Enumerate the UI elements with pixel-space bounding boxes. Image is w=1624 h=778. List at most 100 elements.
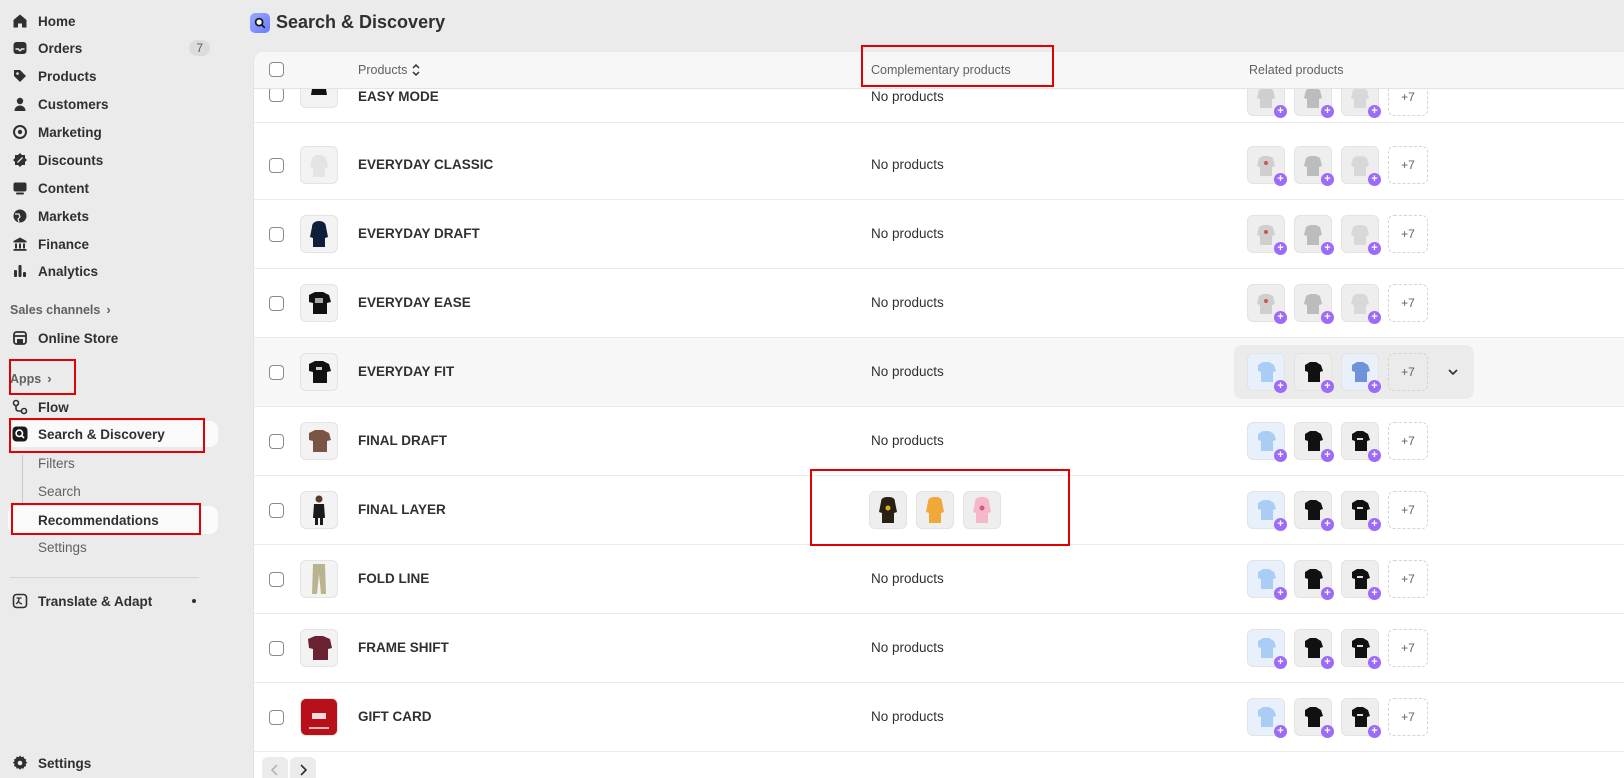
product-thumbnail xyxy=(300,491,338,529)
complementary-products[interactable] xyxy=(869,491,1001,529)
sparkle-icon: + xyxy=(1321,173,1334,186)
product-thumbnail xyxy=(300,629,338,667)
sparkle-icon: + xyxy=(1274,311,1287,324)
table-row[interactable]: GIFT CARD No products + + + +7 xyxy=(254,683,1624,752)
more-related-count[interactable]: +7 xyxy=(1388,215,1428,253)
product-name: EVERYDAY DRAFT xyxy=(358,226,480,241)
more-related-count[interactable]: +7 xyxy=(1388,146,1428,184)
next-page-button[interactable] xyxy=(290,757,316,778)
nav-analytics-label: Analytics xyxy=(38,263,99,279)
nav-content[interactable]: Content xyxy=(8,175,218,201)
globe-icon xyxy=(12,208,28,224)
nav-translate-adapt[interactable]: Translate & Adapt xyxy=(8,588,218,614)
chevron-down-icon[interactable] xyxy=(1443,362,1463,382)
related-products[interactable]: + + + +7 xyxy=(1247,284,1428,324)
more-related-count[interactable]: +7 xyxy=(1388,284,1428,322)
row-checkbox[interactable] xyxy=(269,710,284,725)
sparkle-icon: + xyxy=(1321,105,1334,118)
related-thumbnail: + xyxy=(1247,422,1287,462)
nav-discounts[interactable]: Discounts xyxy=(8,147,218,173)
more-related-count[interactable]: +7 xyxy=(1388,629,1428,667)
product-thumbnail xyxy=(300,422,338,460)
apps-header[interactable]: Apps › xyxy=(10,371,52,386)
sub-item-recommendations[interactable]: Recommendations xyxy=(38,513,159,528)
column-related-products[interactable]: Related products xyxy=(1249,63,1344,77)
table-row[interactable]: FINAL LAYER + + + +7 xyxy=(254,476,1624,545)
nav-marketing-label: Marketing xyxy=(38,124,102,140)
sales-channels-header[interactable]: Sales channels › xyxy=(10,302,111,317)
nav-markets[interactable]: Markets xyxy=(8,203,218,229)
nav-products[interactable]: Products xyxy=(8,63,218,89)
nav-analytics[interactable]: Analytics xyxy=(8,258,218,284)
sub-item-filters[interactable]: Filters xyxy=(38,456,75,471)
nav-settings[interactable]: Settings xyxy=(8,750,218,776)
row-checkbox[interactable] xyxy=(269,365,284,380)
product-name: EVERYDAY CLASSIC xyxy=(358,157,494,172)
row-checkbox[interactable] xyxy=(269,87,284,102)
select-all-checkbox[interactable] xyxy=(269,62,284,77)
related-products[interactable]: + + + +7 xyxy=(1247,215,1428,255)
row-checkbox[interactable] xyxy=(269,572,284,587)
table-row[interactable]: FINAL DRAFT No products + + + +7 xyxy=(254,407,1624,476)
product-name: FOLD LINE xyxy=(358,571,430,586)
tag-icon xyxy=(12,68,28,84)
related-thumbnail: + xyxy=(1341,146,1381,186)
table-row[interactable]: FOLD LINE No products + + + +7 xyxy=(254,545,1624,614)
nav-flow[interactable]: Flow xyxy=(8,394,218,420)
nav-finance-label: Finance xyxy=(38,236,90,252)
related-thumbnail: + xyxy=(1247,560,1287,600)
gear-icon xyxy=(12,755,28,771)
column-complementary-products[interactable]: Complementary products xyxy=(871,63,1011,77)
row-checkbox[interactable] xyxy=(269,227,284,242)
sparkle-icon: + xyxy=(1321,725,1334,738)
nav-orders-label: Orders xyxy=(38,40,83,56)
row-checkbox[interactable] xyxy=(269,158,284,173)
nav-discounts-label: Discounts xyxy=(38,152,104,168)
sparkle-icon: + xyxy=(1274,518,1287,531)
table-row[interactable]: EVERYDAY FIT No products + + + +7 xyxy=(254,338,1624,407)
column-products-label: Products xyxy=(358,63,408,77)
page-title: Search & Discovery xyxy=(276,12,446,32)
column-products[interactable]: Products xyxy=(358,63,421,77)
sub-item-search[interactable]: Search xyxy=(38,484,81,499)
related-products[interactable]: + + + +7 xyxy=(1247,629,1428,669)
content-icon xyxy=(12,180,28,196)
more-related-count[interactable]: +7 xyxy=(1388,491,1428,529)
table-row[interactable]: FRAME SHIFT No products + + + +7 xyxy=(254,614,1624,683)
pagination xyxy=(262,757,316,778)
more-related-count[interactable]: +7 xyxy=(1388,422,1428,460)
related-products[interactable]: + + + +7 xyxy=(1247,422,1428,462)
table-row[interactable]: EVERYDAY DRAFT No products + + + +7 xyxy=(254,200,1624,269)
row-checkbox[interactable] xyxy=(269,296,284,311)
related-thumbnail: + xyxy=(1247,698,1287,738)
nav-customers-label: Customers xyxy=(38,96,109,112)
nav-online-store[interactable]: Online Store xyxy=(8,325,218,351)
nav-orders[interactable]: Orders 7 xyxy=(8,35,218,61)
nav-customers[interactable]: Customers xyxy=(8,91,218,117)
search-discovery-app-icon xyxy=(12,426,28,442)
table-row[interactable]: EVERYDAY CLASSIC No products + + + +7 xyxy=(254,131,1624,200)
sparkle-icon: + xyxy=(1274,105,1287,118)
nav-marketing[interactable]: Marketing xyxy=(8,119,218,145)
related-products[interactable]: + + + +7 xyxy=(1247,698,1428,738)
previous-page-button[interactable] xyxy=(262,757,288,778)
related-products[interactable]: + + + +7 xyxy=(1247,353,1463,393)
more-related-count[interactable]: +7 xyxy=(1388,698,1428,736)
nav-flow-label: Flow xyxy=(38,399,69,415)
nav-finance[interactable]: Finance xyxy=(8,231,218,257)
related-thumbnail: + xyxy=(1294,491,1334,531)
row-checkbox[interactable] xyxy=(269,434,284,449)
table-row[interactable]: EVERYDAY EASE No products + + + +7 xyxy=(254,269,1624,338)
more-related-count[interactable]: +7 xyxy=(1388,560,1428,598)
product-thumbnail xyxy=(300,698,338,736)
more-related-count[interactable]: +7 xyxy=(1388,353,1428,391)
related-products[interactable]: + + + +7 xyxy=(1247,146,1428,186)
nav-home[interactable]: Home xyxy=(8,8,218,34)
row-checkbox[interactable] xyxy=(269,641,284,656)
row-checkbox[interactable] xyxy=(269,503,284,518)
related-products[interactable]: + + + +7 xyxy=(1247,491,1428,531)
nav-search-discovery[interactable]: Search & Discovery xyxy=(8,421,218,447)
related-products[interactable]: + + + +7 xyxy=(1247,560,1428,600)
sub-item-settings[interactable]: Settings xyxy=(38,540,87,555)
product-thumbnail xyxy=(300,284,338,322)
